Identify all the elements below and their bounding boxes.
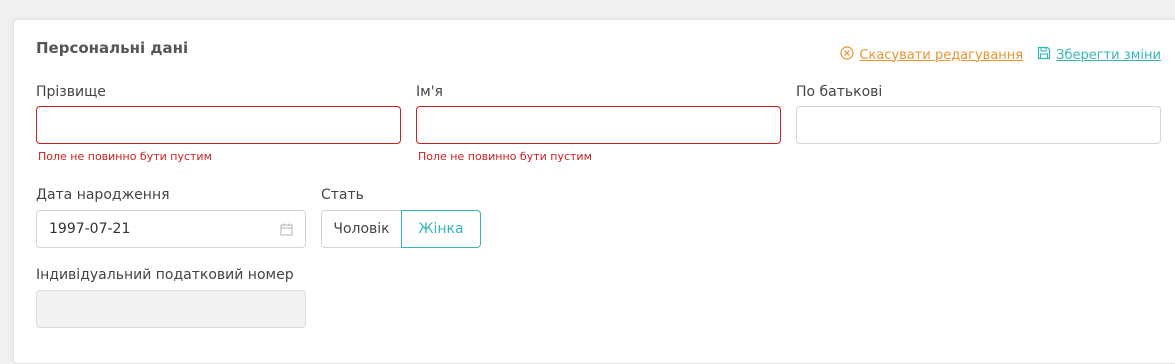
surname-input[interactable] <box>36 106 401 144</box>
calendar-icon[interactable] <box>280 223 293 236</box>
gender-option-male[interactable]: Чоловік <box>321 210 401 248</box>
first-name-input[interactable] <box>416 106 781 144</box>
patronymic-input[interactable] <box>796 106 1161 144</box>
save-changes-button[interactable]: Зберегти зміни <box>1037 46 1161 64</box>
gender-toggle: Чоловік Жінка <box>321 210 481 248</box>
tax-id-label: Індивідуальний податковий номер <box>36 267 294 283</box>
gender-option-female[interactable]: Жінка <box>401 210 481 248</box>
cancel-edit-button[interactable]: Скасувати редагування <box>840 46 1023 64</box>
birth-date-label: Дата народження <box>36 187 170 203</box>
birth-date-value: 1997-07-21 <box>49 221 131 237</box>
cancel-edit-label: Скасувати редагування <box>859 47 1024 63</box>
save-changes-label: Зберегти зміни <box>1056 47 1161 63</box>
form-actions: Скасувати редагування Зберегти зміни <box>840 46 1161 64</box>
tax-id-input <box>36 290 306 328</box>
first-name-label: Ім'я <box>416 84 443 100</box>
patronymic-label: По батькові <box>796 84 883 100</box>
gender-label: Стать <box>321 187 364 203</box>
floppy-disk-icon <box>1037 46 1056 64</box>
first-name-error: Поле не повинно бути пустим <box>418 150 592 163</box>
surname-error: Поле не повинно бути пустим <box>38 150 212 163</box>
circle-x-icon <box>840 46 859 64</box>
birth-date-input[interactable]: 1997-07-21 <box>36 210 306 248</box>
section-title: Персональні дані <box>36 39 189 57</box>
surname-label: Прізвище <box>36 84 106 100</box>
